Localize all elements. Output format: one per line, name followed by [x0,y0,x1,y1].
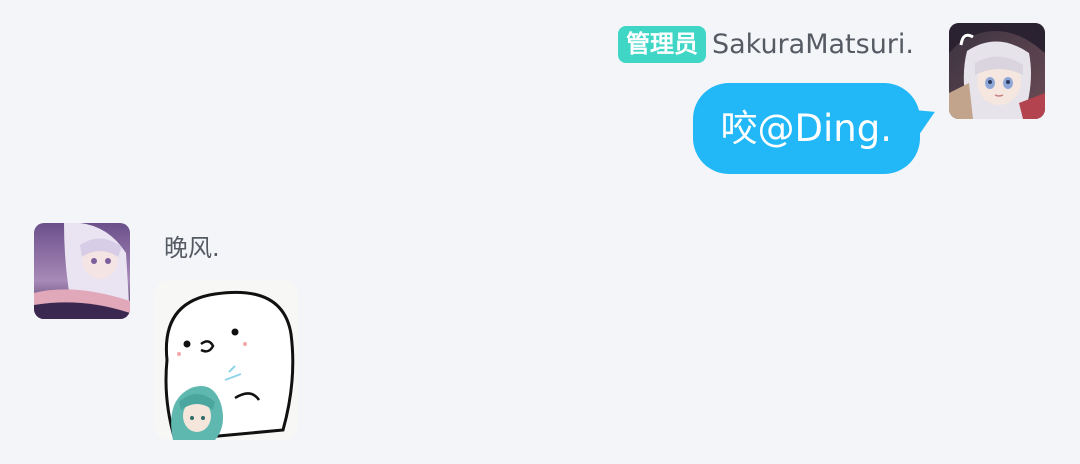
outgoing-message-bubble[interactable]: 咬@Ding. [692,83,920,174]
avatar-image-icon [34,223,130,319]
sender-name[interactable]: SakuraMatsuri. [712,29,914,60]
sender-name[interactable]: 晚风. [164,228,220,263]
sticker-icon [155,280,298,440]
admin-role-badge: 管理员 [617,26,706,63]
avatar-image-icon [949,23,1045,119]
chat-message-list: 管理员 SakuraMatsuri. 咬@Ding. 晚风. [0,0,1080,464]
sticker-image[interactable] [155,280,298,440]
avatar[interactable] [34,223,130,319]
avatar[interactable] [949,23,1045,119]
outgoing-message-header: 管理员 SakuraMatsuri. [617,26,914,63]
